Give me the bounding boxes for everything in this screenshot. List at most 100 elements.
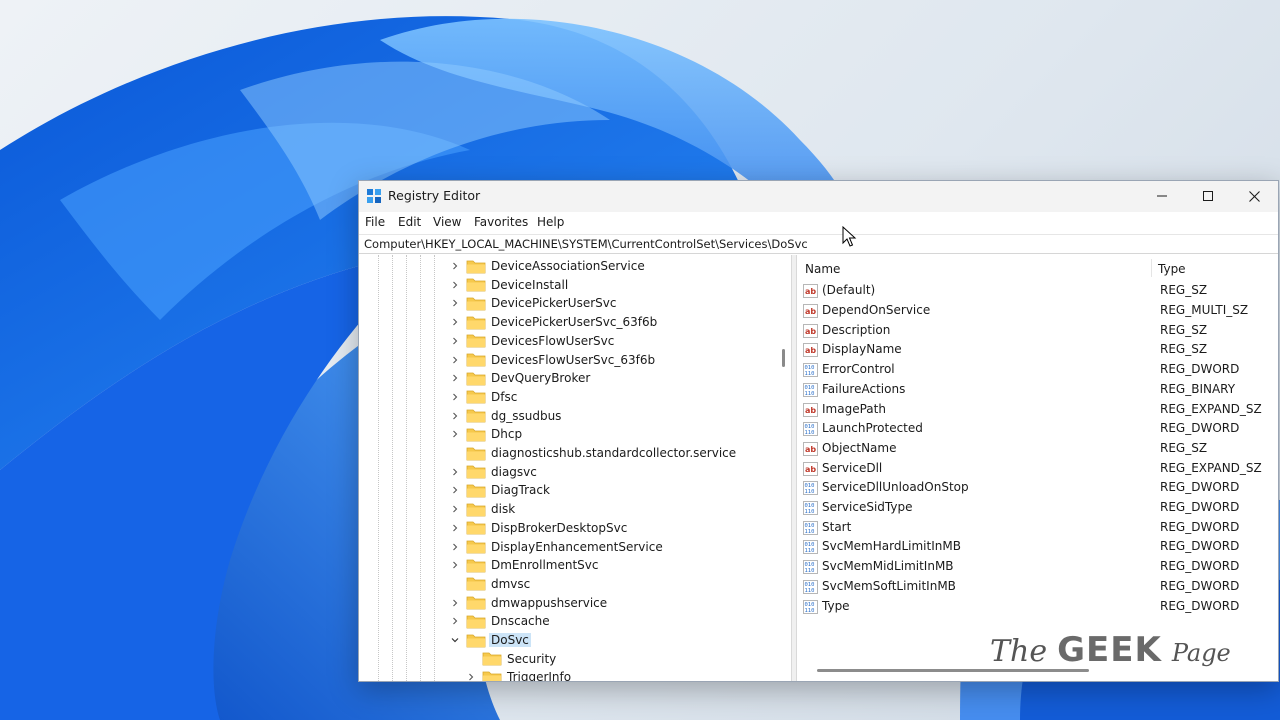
tree-item[interactable]: DeviceAssociationService bbox=[448, 257, 647, 275]
chevron-right-icon[interactable] bbox=[448, 276, 462, 294]
chevron-right-icon[interactable] bbox=[448, 538, 462, 556]
value-row[interactable]: 010 110 Start REG_DWORD bbox=[797, 517, 1278, 537]
tree-item-label: dmvsc bbox=[491, 576, 531, 591]
chevron-right-icon[interactable] bbox=[448, 463, 462, 481]
chevron-down-icon[interactable] bbox=[448, 631, 462, 649]
tree-item[interactable]: Dnscache bbox=[448, 612, 552, 630]
folder-icon bbox=[466, 295, 486, 311]
tree-item[interactable]: TriggerInfo bbox=[464, 668, 573, 681]
value-row[interactable]: 010 110 ServiceDllUnloadOnStop REG_DWORD bbox=[797, 478, 1278, 498]
chevron-right-icon[interactable] bbox=[448, 332, 462, 350]
value-row[interactable]: 010 110 FailureActions REG_BINARY bbox=[797, 379, 1278, 399]
column-divider[interactable] bbox=[1151, 259, 1152, 277]
chevron-right-icon[interactable] bbox=[448, 612, 462, 630]
column-header-type[interactable]: Type bbox=[1158, 262, 1186, 276]
tree-item[interactable]: dmvsc bbox=[448, 575, 532, 593]
menu-edit[interactable]: Edit bbox=[398, 215, 421, 229]
svg-text:110: 110 bbox=[805, 489, 815, 495]
address-path[interactable]: Computer\HKEY_LOCAL_MACHINE\SYSTEM\Curre… bbox=[364, 237, 808, 251]
chevron-right-icon[interactable] bbox=[448, 594, 462, 612]
svg-text:ab: ab bbox=[805, 287, 816, 296]
tree-item[interactable]: DeviceInstall bbox=[448, 276, 570, 294]
value-name: SvcMemMidLimitInMB bbox=[822, 559, 954, 574]
string-value-icon: ab bbox=[803, 441, 818, 456]
chevron-right-icon[interactable] bbox=[448, 500, 462, 518]
tree-item-label: Dnscache bbox=[491, 614, 550, 629]
tree-item[interactable]: diagnosticshub.standardcollector.service bbox=[448, 444, 738, 462]
folder-icon bbox=[482, 669, 502, 681]
value-row[interactable]: ab (Default) REG_SZ bbox=[797, 281, 1278, 301]
maximize-button[interactable] bbox=[1185, 181, 1231, 211]
address-bar[interactable]: Computer\HKEY_LOCAL_MACHINE\SYSTEM\Curre… bbox=[359, 234, 1278, 254]
value-name: ImagePath bbox=[822, 401, 886, 416]
tree-item-label: DeviceAssociationService bbox=[491, 259, 645, 273]
tree-item[interactable]: DisplayEnhancementService bbox=[448, 538, 665, 556]
tree-item[interactable]: Security bbox=[464, 650, 558, 668]
chevron-right-icon[interactable] bbox=[448, 294, 462, 312]
value-type: REG_BINARY bbox=[1160, 381, 1236, 396]
binary-value-icon: 010 110 bbox=[803, 599, 818, 614]
string-value-icon: ab bbox=[803, 303, 818, 319]
value-row[interactable]: ab ImagePath REG_EXPAND_SZ bbox=[797, 399, 1278, 419]
tree-item[interactable]: DevicesFlowUserSvc_63f6b bbox=[448, 351, 657, 369]
menu-file[interactable]: File bbox=[365, 215, 385, 229]
value-row[interactable]: 010 110 Type REG_DWORD bbox=[797, 596, 1278, 616]
tree-item[interactable]: DmEnrollmentSvc bbox=[448, 556, 601, 574]
title-bar[interactable]: Registry Editor bbox=[359, 181, 1278, 212]
tree-item[interactable]: DevicePickerUserSvc bbox=[448, 294, 618, 312]
menu-view[interactable]: View bbox=[433, 215, 461, 229]
tree-item[interactable]: Dfsc bbox=[448, 388, 519, 406]
tree-item[interactable]: disk bbox=[448, 500, 517, 518]
value-row[interactable]: ab ObjectName REG_SZ bbox=[797, 438, 1278, 458]
value-row[interactable]: ab ServiceDll REG_EXPAND_SZ bbox=[797, 458, 1278, 478]
column-header-name[interactable]: Name bbox=[805, 262, 840, 276]
chevron-right-icon[interactable] bbox=[448, 313, 462, 331]
svg-text:110: 110 bbox=[805, 430, 815, 436]
value-row[interactable]: ab DisplayName REG_SZ bbox=[797, 340, 1278, 360]
chevron-right-icon[interactable] bbox=[448, 481, 462, 499]
tree-item[interactable]: DevQueryBroker bbox=[448, 369, 592, 387]
tree-item[interactable]: DiagTrack bbox=[448, 481, 552, 499]
chevron-right-icon[interactable] bbox=[448, 556, 462, 574]
tree-item[interactable]: DevicePickerUserSvc_63f6b bbox=[448, 313, 659, 331]
tree-scrollbar-thumb[interactable] bbox=[782, 349, 785, 367]
binary-value-icon: 010 110 bbox=[803, 362, 818, 378]
tree-item[interactable]: diagsvc bbox=[448, 463, 539, 481]
value-name: ServiceDllUnloadOnStop bbox=[822, 480, 969, 495]
values-list-pane[interactable]: Name Type ab (Default) REG_SZ ab DependOnSer… bbox=[797, 255, 1278, 681]
folder-icon bbox=[466, 333, 486, 349]
chevron-right-icon[interactable] bbox=[448, 519, 462, 537]
tree-item[interactable]: DispBrokerDesktopSvc bbox=[448, 519, 629, 537]
value-row[interactable]: 010 110 ServiceSidType REG_DWORD bbox=[797, 497, 1278, 517]
key-tree-pane[interactable]: DeviceAssociationService DeviceInstall Dev… bbox=[359, 255, 791, 681]
tree-item[interactable]: DevicesFlowUserSvc bbox=[448, 332, 616, 350]
tree-item[interactable]: Dhcp bbox=[448, 425, 524, 443]
menu-help[interactable]: Help bbox=[537, 215, 564, 229]
chevron-right-icon[interactable] bbox=[448, 388, 462, 406]
tree-item[interactable]: dg_ssudbus bbox=[448, 407, 563, 425]
value-type: REG_SZ bbox=[1160, 322, 1208, 337]
value-row[interactable]: 010 110 SvcMemSoftLimitInMB REG_DWORD bbox=[797, 576, 1278, 596]
chevron-right-icon[interactable] bbox=[448, 369, 462, 387]
tree-item-label: DevicePickerUserSvc bbox=[491, 296, 617, 311]
value-row[interactable]: 010 110 SvcMemHardLimitInMB REG_DWORD bbox=[797, 537, 1278, 557]
chevron-right-icon[interactable] bbox=[464, 668, 478, 681]
chevron-right-icon[interactable] bbox=[448, 407, 462, 425]
value-row[interactable]: ab Description REG_SZ bbox=[797, 320, 1278, 340]
tree-item[interactable]: DoSvc bbox=[448, 631, 531, 649]
menu-favorites[interactable]: Favorites bbox=[474, 215, 528, 229]
value-row[interactable]: 010 110 SvcMemMidLimitInMB REG_DWORD bbox=[797, 556, 1278, 576]
chevron-right-icon[interactable] bbox=[448, 257, 462, 275]
value-row[interactable]: ab DependOnService REG_MULTI_SZ bbox=[797, 300, 1278, 320]
minimize-button[interactable] bbox=[1139, 181, 1185, 211]
chevron-right-icon[interactable] bbox=[448, 351, 462, 369]
tree-item-label: diagsvc bbox=[491, 464, 537, 479]
value-row[interactable]: 010 110 LaunchProtected REG_DWORD bbox=[797, 418, 1278, 438]
folder-icon bbox=[466, 352, 486, 368]
close-button[interactable] bbox=[1231, 181, 1277, 211]
tree-item[interactable]: dmwappushservice bbox=[448, 594, 609, 612]
value-type: REG_DWORD bbox=[1160, 578, 1240, 593]
chevron-right-icon[interactable] bbox=[448, 425, 462, 443]
value-row[interactable]: 010 110 ErrorControl REG_DWORD bbox=[797, 359, 1278, 379]
